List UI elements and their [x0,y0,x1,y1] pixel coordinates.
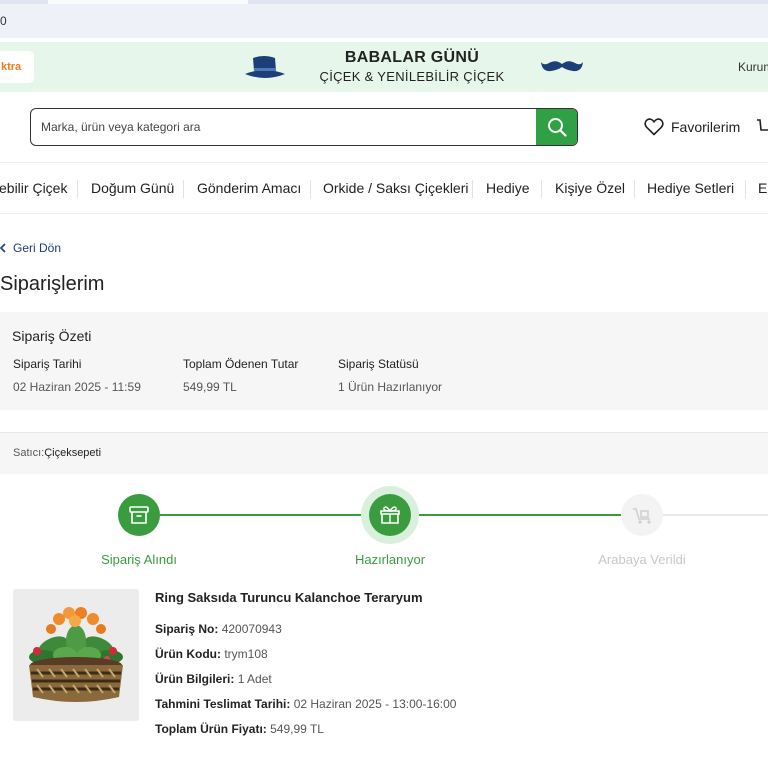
search-input[interactable] [31,109,539,145]
nav-item-occasion[interactable]: Gönderim Amacı [197,180,301,196]
product-price-line: Toplam Ürün Fiyatı: 549,99 TL [155,722,324,736]
nav-separator [541,180,542,198]
xtra-badge[interactable]: ktra [0,51,34,83]
summary-heading: Sipariş Özeti [12,328,92,344]
product-info-line: Ürün Bilgileri: 1 Adet [155,672,272,686]
step-shipped-circle [621,494,663,536]
order-date-label: Sipariş Tarihi [13,357,82,371]
page-title: Siparişlerim [0,273,105,295]
delivery-estimate-value: 02 Haziran 2025 - 13:00-16:00 [293,697,457,711]
progress-line-complete [160,514,362,516]
back-link[interactable]: Geri Dön [0,241,61,255]
order-number-label: Sipariş No: [155,622,219,636]
nav-separator [745,180,746,198]
cart-icon[interactable] [756,117,768,137]
divider [0,213,768,214]
back-label: Geri Dön [13,241,62,255]
order-number-value: 420070943 [221,622,282,636]
progress-line-active [418,514,622,516]
nav-item-gift[interactable]: Hediye [486,180,530,196]
favorites-link[interactable]: Favorilerim [644,118,740,136]
seller-label: Satıcı: [13,447,45,459]
search-button[interactable] [536,109,577,145]
divider [0,162,768,163]
seller-info: Satıcı:Çiçeksepeti [13,447,101,459]
total-paid-value: 549,99 TL [183,380,237,394]
category-nav: ebilir Çiçek Doğum Günü Gönderim Amacı O… [0,174,768,204]
delivery-estimate-line: Tahmini Teslimat Tarihi: 02 Haziran 2025… [155,697,456,711]
mustache-icon [541,61,583,72]
step-received-circle [118,494,160,536]
product-price-label: Toplam Ürün Fiyatı: [155,722,267,736]
corporate-link[interactable]: Kurum [738,60,768,74]
product-info-value: 1 Adet [237,672,272,686]
chevron-left-icon [0,243,6,253]
order-progress-tracker: Sipariş Alındı Hazırlanıyor Arabaya Veri… [0,480,768,575]
order-summary-card: Sipariş Özeti Sipariş Tarihi 02 Haziran … [0,312,768,410]
box-icon [129,506,149,524]
search-bar [30,108,578,146]
nav-separator [310,180,311,198]
kalanchoe-planter-image [13,589,139,721]
seller-name[interactable]: Çiçeksepeti [44,447,101,459]
nav-item-edible-flower[interactable]: ebilir Çiçek [0,180,67,196]
step-preparing-halo [361,486,419,544]
product-code-line: Ürün Kodu: trym108 [155,647,268,661]
product-name[interactable]: Ring Saksıda Turuncu Kalanchoe Teraryum [155,590,423,605]
order-date-group: Sipariş Tarihi 02 Haziran 2025 - 11:59 [13,357,141,394]
product-code-value: trym108 [224,647,268,661]
total-paid-group: Toplam Ödenen Tutar 549,99 TL [183,357,298,394]
nav-item-gift-sets[interactable]: Hediye Setleri [647,180,734,196]
nav-item-orchid-pot[interactable]: Orkide / Saksı Çiçekleri [323,180,468,196]
browser-tab-strip: 0 [0,0,768,38]
nav-item-birthday[interactable]: Doğum Günü [91,180,174,196]
product-price-value: 549,99 TL [270,722,324,736]
nav-separator [77,180,78,198]
gift-box-icon [380,506,400,524]
nav-separator [634,180,635,198]
step-received-label: Sipariş Alındı [101,552,177,567]
active-tab[interactable] [48,0,248,4]
banner-title: BABALAR GÜNÜ [344,49,480,66]
nav-separator [183,180,184,198]
order-date-value: 02 Haziran 2025 - 11:59 [13,380,141,394]
product-code-label: Ürün Kodu: [155,647,221,661]
hat-icon [245,56,285,78]
nav-item-personalized[interactable]: Kişiye Özel [555,180,625,196]
nav-separator [472,180,473,198]
step-preparing-circle [369,494,411,536]
delivery-cart-icon [633,508,651,524]
nav-item-more[interactable]: El [758,180,768,196]
product-info-label: Ürün Bilgileri: [155,672,235,686]
promo-banner[interactable]: ktra BABALAR GÜNÜ ÇİÇEK & YENİLEBİLİR Çİ… [0,42,768,92]
order-status-group: Sipariş Statüsü 1 Ürün Hazırlanıyor [338,357,442,394]
delivery-estimate-label: Tahmini Teslimat Tarihi: [155,697,291,711]
product-image[interactable] [13,589,139,721]
tab-counter: 0 [0,14,7,28]
order-status-label: Sipariş Statüsü [338,357,419,371]
favorites-label: Favorilerim [671,119,741,135]
step-preparing-label: Hazırlanıyor [354,552,426,567]
progress-line-pending [662,514,768,516]
order-status-value: 1 Ürün Hazırlanıyor [338,380,443,394]
seller-bar: Satıcı:Çiçeksepeti [0,432,768,474]
total-paid-label: Toplam Ödenen Tutar [183,357,299,371]
step-shipped-label: Arabaya Verildi [598,552,686,567]
search-icon [547,118,567,137]
heart-icon [644,118,664,136]
banner-subtitle: ÇİÇEK & YENİLEBİLİR ÇİÇEK [319,69,505,84]
order-number-line: Sipariş No: 420070943 [155,622,282,636]
